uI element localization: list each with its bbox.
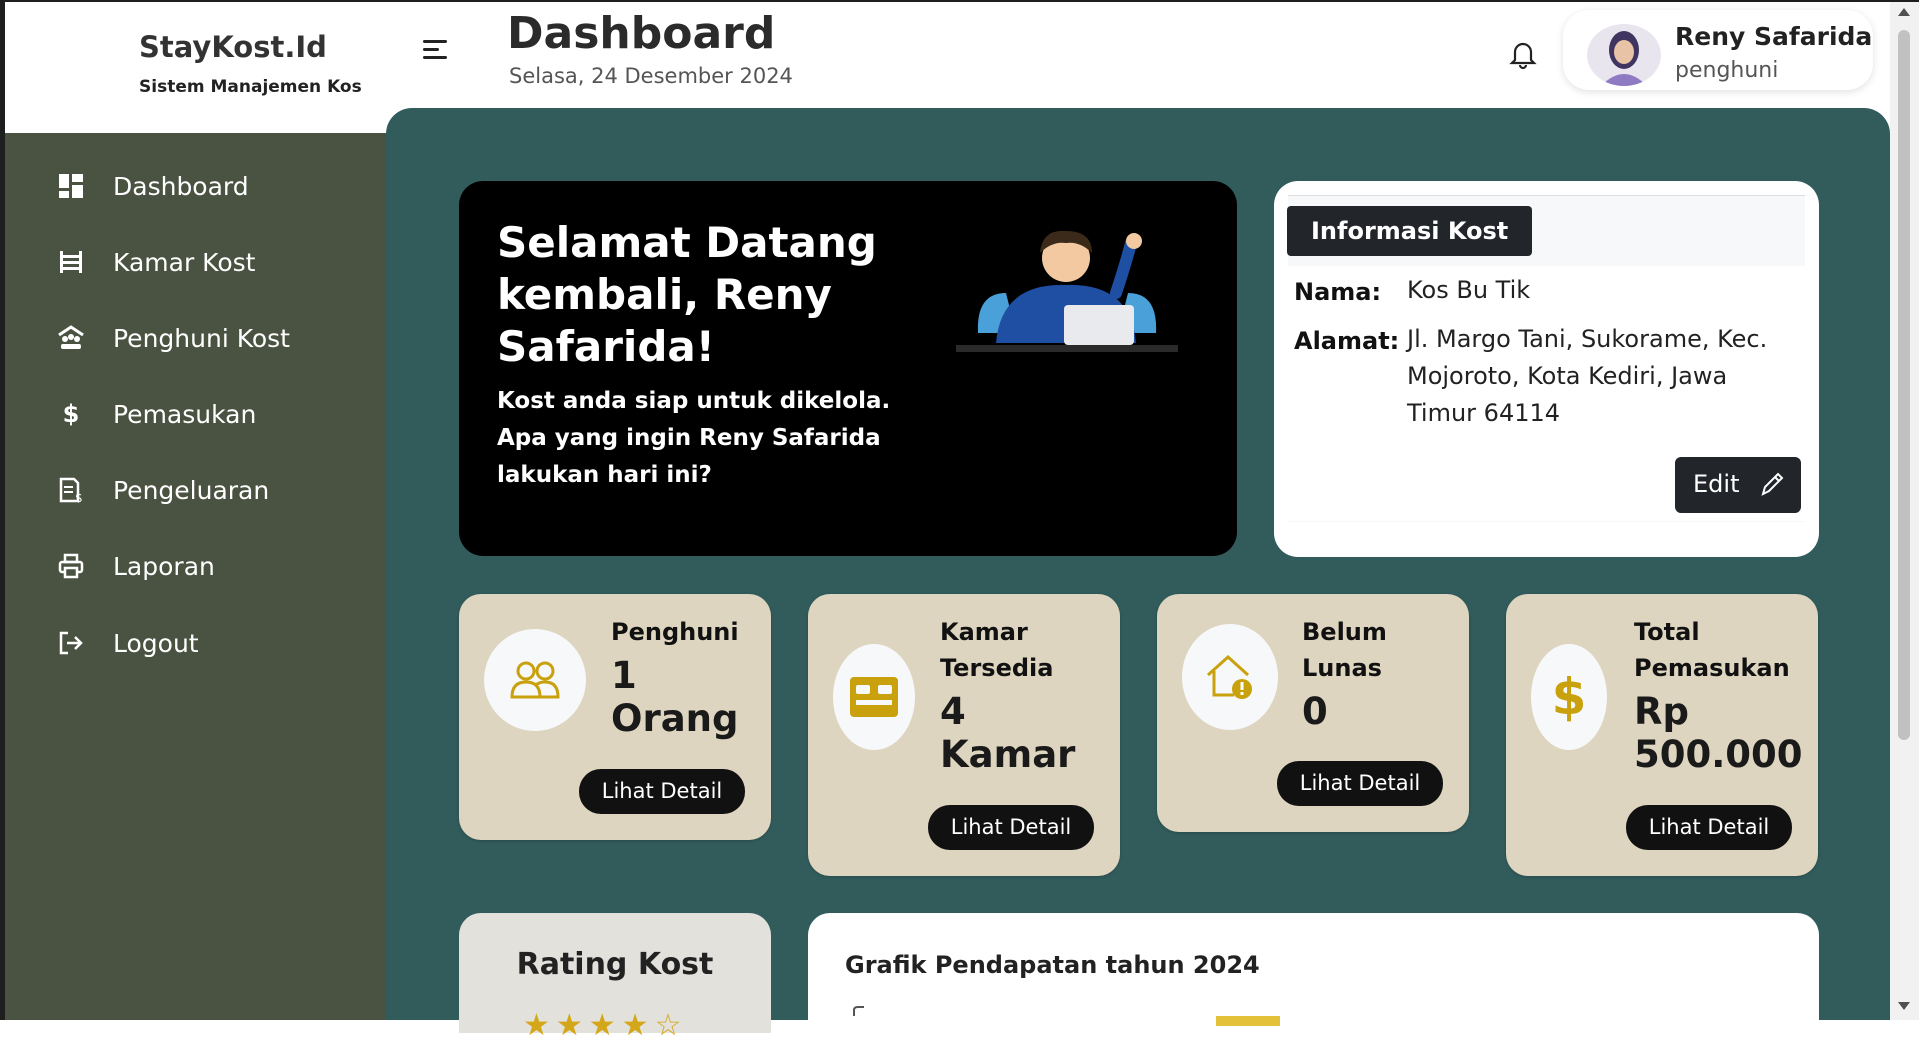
user-name: Reny Safarida xyxy=(1675,22,1873,51)
sidebar-item-kamar-kost[interactable]: Kamar Kost xyxy=(5,232,386,292)
sidebar: Dashboard Kamar Kost Penghuni Kost $ Pem… xyxy=(5,133,386,1020)
edit-button[interactable]: Edit xyxy=(1675,457,1801,513)
address-label: Alamat: xyxy=(1294,327,1400,355)
sidebar-item-label: Dashboard xyxy=(113,171,249,201)
notification-bell-icon[interactable] xyxy=(1508,38,1538,70)
bed-icon xyxy=(833,644,915,750)
info-kost-card: Informasi Kost Nama: Kos Bu Tik Alamat: … xyxy=(1274,181,1819,557)
bed-icon xyxy=(57,248,85,276)
welcome-card: Selamat Datang kembali, Reny Safarida! K… xyxy=(459,181,1237,556)
sidebar-item-pengeluaran[interactable]: $ Pengeluaran xyxy=(5,460,386,520)
stat-card-kamar-tersedia: Kamar Tersedia 4 Kamar Lihat Detail xyxy=(808,594,1120,876)
sidebar-item-label: Logout xyxy=(113,628,199,658)
chart-title: Grafik Pendapatan tahun 2024 xyxy=(845,951,1260,979)
scroll-down-icon[interactable] xyxy=(1898,1002,1910,1010)
name-label: Nama: xyxy=(1294,278,1382,306)
lihat-detail-button[interactable]: Lihat Detail xyxy=(928,805,1094,850)
rating-title: Rating Kost xyxy=(516,947,714,982)
user-role: penghuni xyxy=(1675,58,1779,83)
stat-card-total-pemasukan: $ Total Pemasukan Rp 500.000 Lihat Detai… xyxy=(1506,594,1818,876)
house-alert-icon xyxy=(1182,624,1278,730)
sidebar-item-label: Pemasukan xyxy=(113,399,257,429)
stat-label: Total Pemasukan xyxy=(1634,618,1790,682)
stat-card-belum-lunas: Belum Lunas 0 Lihat Detail xyxy=(1157,594,1469,832)
rating-stars: ★★★★☆ xyxy=(523,1008,688,1043)
brand-panel: StayKost.Id Sistem Manajemen Kos xyxy=(5,2,386,133)
stat-label: Kamar Tersedia xyxy=(940,618,1054,682)
avatar xyxy=(1587,24,1661,86)
sidebar-item-label: Kamar Kost xyxy=(113,247,256,277)
dollar-icon: $ xyxy=(1531,644,1607,750)
pencil-icon xyxy=(1759,470,1785,498)
sidebar-item-logout[interactable]: Logout xyxy=(5,613,386,673)
printer-icon xyxy=(57,552,85,580)
lihat-detail-button[interactable]: Lihat Detail xyxy=(579,769,745,814)
stat-value: Rp 500.000 xyxy=(1634,690,1803,776)
brand-title: StayKost.Id xyxy=(139,30,327,64)
user-profile-card[interactable]: Reny Safarida penghuni xyxy=(1563,10,1873,90)
sidebar-item-dashboard[interactable]: Dashboard xyxy=(5,156,386,216)
sidebar-item-pemasukan[interactable]: $ Pemasukan xyxy=(5,384,386,444)
chart-legend-swatch[interactable] xyxy=(1216,1016,1280,1026)
menu-toggle-icon[interactable] xyxy=(421,37,449,63)
users-icon xyxy=(484,629,586,731)
info-kost-tab[interactable]: Informasi Kost xyxy=(1287,206,1533,256)
lihat-detail-button[interactable]: Lihat Detail xyxy=(1626,805,1792,850)
scrollbar-thumb[interactable] xyxy=(1898,30,1910,740)
sidebar-item-penghuni-kost[interactable]: Penghuni Kost xyxy=(5,308,386,368)
welcome-subtitle: Kost anda siap untuk dikelola. Apa yang … xyxy=(497,388,891,488)
person-waving-illustration xyxy=(956,223,1178,353)
scroll-up-icon[interactable] xyxy=(1898,8,1910,16)
welcome-title: Selamat Datang kembali, Reny Safarida! xyxy=(497,218,877,371)
stat-value: 0 xyxy=(1302,690,1328,733)
vertical-scrollbar[interactable] xyxy=(1890,2,1919,1020)
stat-value: 1 Orang xyxy=(611,654,739,740)
chart-axis-glyph xyxy=(853,1006,864,1016)
sidebar-item-label: Penghuni Kost xyxy=(113,323,290,353)
sidebar-item-label: Laporan xyxy=(113,551,215,581)
lihat-detail-button[interactable]: Lihat Detail xyxy=(1277,761,1443,806)
logout-icon xyxy=(57,629,85,657)
page-date: Selasa, 24 Desember 2024 xyxy=(509,64,793,88)
people-roof-icon xyxy=(57,324,85,352)
page-title: Dashboard xyxy=(507,8,776,59)
dashboard-icon xyxy=(57,172,85,200)
receipt-icon: $ xyxy=(57,476,85,504)
address-value: Jl. Margo Tani, Sukorame, Kec. Mojoroto,… xyxy=(1407,325,1768,427)
dollar-icon: $ xyxy=(62,400,80,428)
brand-subtitle: Sistem Manajemen Kos xyxy=(139,77,362,97)
stat-label: Belum Lunas xyxy=(1302,618,1387,682)
name-value: Kos Bu Tik xyxy=(1407,276,1531,304)
income-chart-card: Grafik Pendapatan tahun 2024 xyxy=(808,913,1819,1033)
sidebar-item-label: Pengeluaran xyxy=(113,475,270,505)
sidebar-item-laporan[interactable]: Laporan xyxy=(5,536,386,596)
stat-card-penghuni: Penghuni 1 Orang Lihat Detail xyxy=(459,594,771,840)
rating-card: Rating Kost ★★★★☆ xyxy=(459,913,771,1043)
svg-text:$: $ xyxy=(75,491,83,503)
stat-label: Penghuni xyxy=(611,618,739,646)
edit-button-label: Edit xyxy=(1693,470,1740,498)
stat-value: 4 Kamar xyxy=(940,690,1076,776)
